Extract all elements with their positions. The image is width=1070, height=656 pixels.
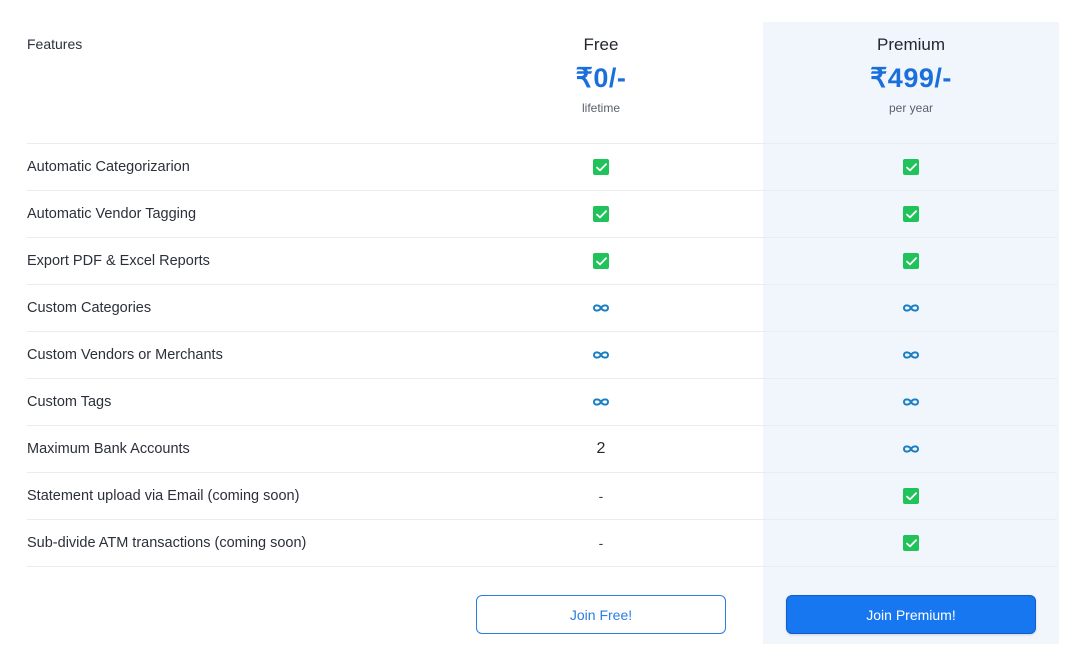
feature-label: Maximum Bank Accounts	[27, 441, 190, 457]
free-plan-cell	[571, 144, 631, 190]
premium-plan-cell	[881, 191, 941, 237]
checkbox-checked-icon	[593, 159, 609, 175]
feature-label: Sub-divide ATM transactions (coming soon…	[27, 535, 307, 551]
action-buttons: Join Free! Join Premium!	[27, 567, 1057, 649]
premium-plan-cell	[881, 473, 941, 519]
free-plan-cell	[571, 332, 631, 378]
free-plan-cell	[571, 238, 631, 284]
checkbox-checked-icon	[903, 253, 919, 269]
premium-plan-cell	[881, 520, 941, 566]
infinity-icon	[902, 397, 920, 407]
cell-value: 2	[596, 440, 606, 457]
free-plan-cell: -	[571, 473, 631, 519]
feature-row: Custom Tags	[27, 379, 1057, 426]
feature-label: Automatic Vendor Tagging	[27, 206, 197, 222]
not-available-dash: -	[598, 488, 604, 504]
plan-premium-name: Premium	[876, 35, 945, 54]
not-available-dash: -	[598, 535, 604, 551]
feature-label: Custom Categories	[27, 300, 152, 316]
feature-row: Sub-divide ATM transactions (coming soon…	[27, 520, 1057, 567]
feature-row: Maximum Bank Accounts 2	[27, 426, 1057, 473]
premium-plan-cell	[881, 238, 941, 284]
feature-row: Automatic Categorizarion	[27, 144, 1057, 191]
join-free-button[interactable]: Join Free!	[476, 595, 726, 634]
checkbox-checked-icon	[903, 206, 919, 222]
infinity-icon	[592, 303, 610, 313]
infinity-icon	[902, 303, 920, 313]
feature-row: Automatic Vendor Tagging	[27, 191, 1057, 238]
feature-row: Custom Vendors or Merchants	[27, 332, 1057, 379]
infinity-icon	[592, 397, 610, 407]
plan-premium-period: per year	[888, 101, 934, 115]
premium-plan-cell	[881, 332, 941, 378]
premium-plan-cell	[881, 285, 941, 331]
infinity-icon	[592, 350, 610, 360]
join-premium-button[interactable]: Join Premium!	[786, 595, 1036, 634]
free-plan-cell: 2	[571, 426, 631, 472]
feature-row: Custom Categories	[27, 285, 1057, 332]
premium-plan-cell	[881, 379, 941, 425]
feature-rows: Automatic Categorizarion Automatic Vendor…	[27, 144, 1057, 567]
plan-free-price: ₹0/-	[575, 63, 627, 93]
free-plan-cell	[571, 191, 631, 237]
plan-free-name: Free	[583, 35, 619, 54]
premium-plan-cell	[881, 144, 941, 190]
feature-label: Automatic Categorizarion	[27, 159, 190, 175]
checkbox-checked-icon	[903, 159, 919, 175]
free-plan-cell	[571, 285, 631, 331]
plan-premium-header: Premium ₹499/- per year	[763, 22, 1059, 115]
feature-row: Statement upload via Email (coming soon)…	[27, 473, 1057, 520]
features-heading: Features	[27, 36, 83, 52]
feature-label: Statement upload via Email (coming soon)	[27, 488, 300, 504]
infinity-icon	[902, 444, 920, 454]
plan-free-header: Free ₹0/- lifetime	[453, 22, 749, 115]
premium-plan-cell	[881, 426, 941, 472]
free-plan-cell	[571, 379, 631, 425]
pricing-comparison-table: Features Free ₹0/- lifetime Premium ₹499…	[27, 22, 1057, 649]
plan-premium-price: ₹499/-	[870, 63, 952, 93]
checkbox-checked-icon	[593, 253, 609, 269]
feature-label: Custom Vendors or Merchants	[27, 347, 223, 363]
pricing-header: Features Free ₹0/- lifetime Premium ₹499…	[27, 22, 1057, 144]
checkbox-checked-icon	[903, 535, 919, 551]
feature-label: Custom Tags	[27, 394, 112, 410]
free-plan-cell: -	[571, 520, 631, 566]
feature-row: Export PDF & Excel Reports	[27, 238, 1057, 285]
infinity-icon	[902, 350, 920, 360]
checkbox-checked-icon	[903, 488, 919, 504]
feature-label: Export PDF & Excel Reports	[27, 253, 210, 269]
checkbox-checked-icon	[593, 206, 609, 222]
plan-free-period: lifetime	[581, 101, 620, 115]
